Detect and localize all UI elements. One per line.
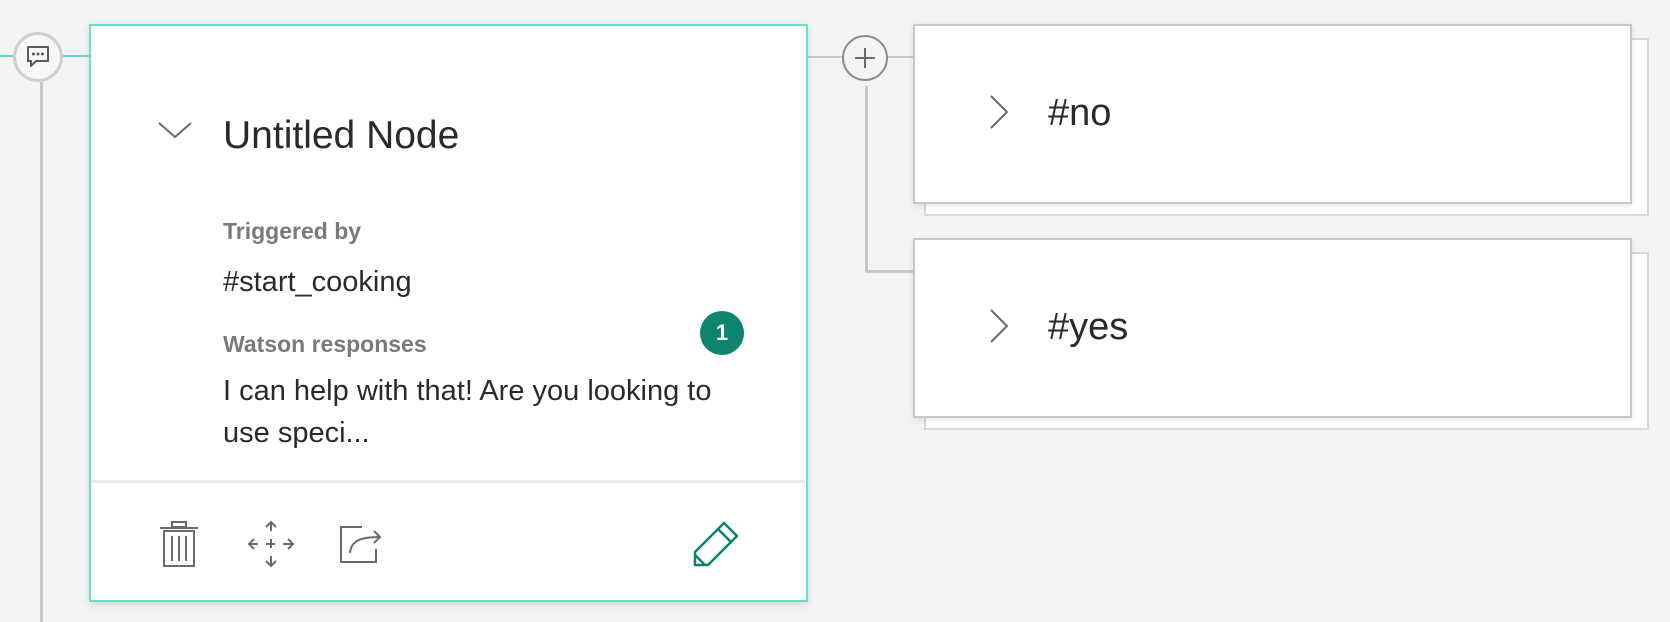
connector-line [865, 270, 915, 273]
child-node-label: #no [1048, 92, 1112, 134]
connector-line [40, 82, 43, 622]
node-type-badge [13, 32, 63, 82]
plus-icon [855, 48, 875, 68]
chevron-right-icon [990, 309, 1009, 343]
edit-node-button[interactable] [691, 519, 741, 569]
child-node-yes[interactable]: #yes [913, 238, 1632, 418]
pencil-icon [693, 521, 739, 567]
trigger-condition: #start_cooking [223, 266, 412, 298]
connector-line [62, 55, 90, 57]
watson-responses-label: Watson responses [223, 331, 427, 357]
dialog-node-card[interactable]: Untitled Node Triggered by #start_cookin… [89, 24, 808, 602]
move-node-button[interactable] [246, 519, 296, 569]
dialog-canvas: { "node": { "title": "Untitled Node", "t… [0, 0, 1670, 622]
response-preview: I can help with that! Are you looking to… [223, 375, 712, 449]
jump-to-button[interactable] [336, 519, 386, 569]
delete-node-button[interactable] [154, 519, 204, 569]
collapse-toggle[interactable] [155, 109, 195, 149]
triggered-by-label: Triggered by [223, 218, 362, 244]
add-child-node-button[interactable] [842, 35, 888, 81]
connector-line [865, 86, 868, 272]
response-count-badge: 1 [700, 311, 744, 355]
connector-line [806, 56, 844, 58]
trash-icon [160, 521, 198, 567]
move-arrows-icon [247, 520, 295, 568]
child-node-no[interactable]: #no [913, 24, 1632, 204]
chevron-down-icon [158, 122, 192, 139]
chat-bubble-icon [27, 46, 49, 67]
node-actions-toolbar [91, 483, 806, 600]
node-title: Untitled Node [223, 114, 460, 157]
chevron-right-icon [990, 95, 1009, 129]
child-node-label: #yes [1048, 306, 1129, 348]
connector-line [888, 56, 914, 58]
connector-line [0, 55, 14, 57]
jump-to-icon [340, 526, 382, 563]
